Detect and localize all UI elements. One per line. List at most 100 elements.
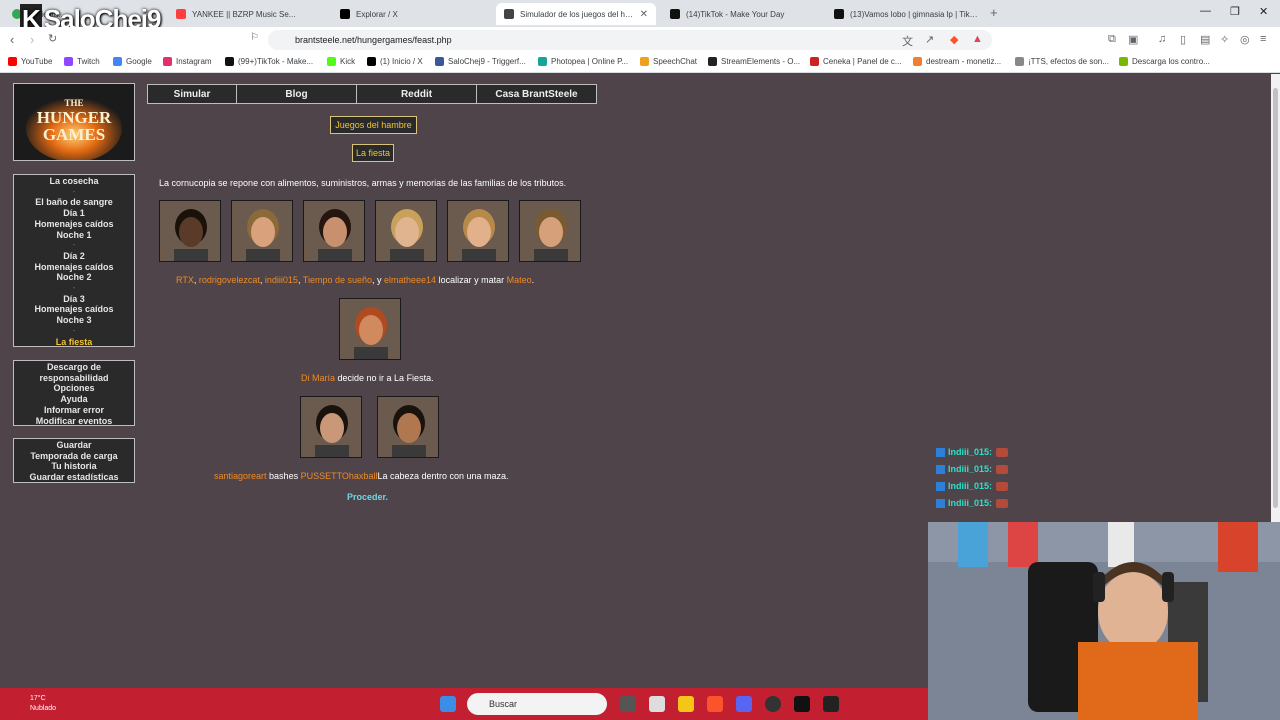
screenshot-icon[interactable]: ▣ xyxy=(1128,33,1138,46)
round-link[interactable]: La fiesta xyxy=(14,337,134,348)
menu-link[interactable]: Guardar xyxy=(14,440,134,451)
chat-message: Indiii_015: xyxy=(936,498,1009,508)
close-window-icon[interactable]: ✕ xyxy=(1259,5,1268,18)
round-link[interactable]: Noche 1 xyxy=(14,230,134,241)
emote-icon xyxy=(996,447,1009,457)
close-tab-icon[interactable]: ✕ xyxy=(640,9,648,20)
bookmark-14[interactable]: Descarga los contro... xyxy=(1119,57,1210,66)
app-icon[interactable] xyxy=(823,696,839,712)
chat-separator: : xyxy=(989,498,993,508)
wallet-icon[interactable]: ▤ xyxy=(1200,33,1210,46)
menu-separator: - xyxy=(72,240,76,250)
bookmark-6[interactable]: (1) Inicio / X xyxy=(367,57,423,66)
nav-blog[interactable]: Blog xyxy=(236,84,357,104)
bookmark-label: Photopea | Online P... xyxy=(551,57,629,66)
bookmark-11[interactable]: Ceneka | Panel de c... xyxy=(810,57,902,66)
translate-icon[interactable]: 文 xyxy=(902,33,913,49)
bookmark-8[interactable]: Photopea | Online P... xyxy=(538,57,628,66)
proceed-link[interactable]: Proceder. xyxy=(347,492,388,502)
round-link[interactable]: Noche 2 xyxy=(14,272,134,283)
tribute-portrait xyxy=(303,200,365,262)
bookmark-5[interactable]: Kick xyxy=(327,57,355,66)
round-link[interactable]: La cosecha xyxy=(14,176,134,187)
bookmark-7[interactable]: SaloChej9 - Triggerf... xyxy=(435,57,526,66)
round-link[interactable]: Día 1 xyxy=(14,208,134,219)
menu-link[interactable]: Informar error xyxy=(14,405,134,416)
extensions-icon[interactable]: ⧉ xyxy=(1108,33,1116,46)
emote-icon xyxy=(996,498,1009,508)
restore-icon[interactable]: ❐ xyxy=(1230,5,1240,18)
bookmark-2[interactable]: Google xyxy=(113,57,152,66)
menu-link[interactable]: Opciones xyxy=(14,383,134,394)
tab-6[interactable]: (13)Vamos lobo | gimnasia lp | TikTok xyxy=(826,3,986,25)
round-link[interactable]: Homenajes caídos xyxy=(14,304,134,315)
event-2-text: Di María decide no ir a La Fiesta. xyxy=(301,373,434,383)
scrollbar-thumb[interactable] xyxy=(1273,88,1278,508)
tab-2-label: YANKEE || BZRP Music Se... xyxy=(192,9,296,19)
bookmark-9[interactable]: SpeechChat xyxy=(640,57,697,66)
bookmark-13[interactable]: ¡TTS, efectos de son... xyxy=(1015,57,1109,66)
bookmark-4[interactable]: (99+)TikTok - Make... xyxy=(225,57,313,66)
tab-3[interactable]: Explorar / X xyxy=(332,3,492,25)
file-explorer-icon[interactable] xyxy=(678,696,694,712)
svg-text:GAMES: GAMES xyxy=(43,125,105,144)
round-link[interactable]: Día 2 xyxy=(14,251,134,262)
store-icon[interactable] xyxy=(649,696,665,712)
round-link[interactable]: Día 3 xyxy=(14,294,134,305)
vpn-icon[interactable]: ◎ xyxy=(1240,33,1250,46)
chat-badge-icon xyxy=(936,481,945,491)
brave-browser-icon[interactable] xyxy=(707,696,723,712)
chat-username: Indiii_015 xyxy=(948,498,990,508)
menu-link[interactable]: Temporada de carga xyxy=(14,451,134,462)
bookmark-icon[interactable]: ⚐ xyxy=(250,32,259,43)
bookmark-12[interactable]: destream - monetiz... xyxy=(913,57,1001,66)
brave-rewards-icon[interactable]: ▲ xyxy=(972,33,983,45)
forward-icon[interactable]: › xyxy=(30,32,34,47)
minimize-icon[interactable]: — xyxy=(1200,5,1211,17)
reload-icon[interactable]: ↻ xyxy=(48,32,57,45)
round-link[interactable]: El baño de sangre xyxy=(14,197,134,208)
share-icon[interactable]: ↗ xyxy=(925,33,934,46)
menu-link[interactable]: Tu historia xyxy=(14,461,134,472)
hunger-games-logo[interactable]: THE HUNGER GAMES xyxy=(13,83,135,161)
new-tab-button[interactable]: + xyxy=(990,5,998,20)
bookmark-0[interactable]: YouTube xyxy=(8,57,52,66)
menu-icon[interactable]: ≡ xyxy=(1260,33,1266,45)
event-1-text: RTX, rodrigovelezcat, indiii015, Tiempo … xyxy=(176,275,535,285)
bookmark-label: destream - monetiz... xyxy=(926,57,1002,66)
menu-link[interactable]: Descargo de responsabilidad xyxy=(14,362,134,383)
round-link[interactable]: Homenajes caídos xyxy=(14,219,134,230)
tab-2[interactable]: YANKEE || BZRP Music Se... xyxy=(168,3,328,25)
bookmark-favicon-icon xyxy=(113,57,122,66)
menu-link[interactable]: Modificar eventos xyxy=(14,416,134,427)
nav-brantsteele-home[interactable]: Casa BrantSteele xyxy=(476,84,597,104)
tiktok-icon xyxy=(670,9,680,19)
windows-start-icon[interactable] xyxy=(440,696,456,712)
leo-icon[interactable]: ✧ xyxy=(1220,33,1229,46)
music-icon[interactable]: ♫ xyxy=(1158,33,1166,45)
tab-favicon-2 xyxy=(176,9,186,19)
brave-shield-icon[interactable]: ◆ xyxy=(950,33,958,46)
bookmark-3[interactable]: Instagram xyxy=(163,57,212,66)
address-bar[interactable]: brantsteele.net/hungergames/feast.php xyxy=(268,30,992,50)
nav-reddit[interactable]: Reddit xyxy=(356,84,477,104)
menu-link[interactable]: Ayuda xyxy=(14,394,134,405)
taskbar-search[interactable]: Buscar xyxy=(467,693,607,715)
menu-link[interactable]: Guardar estadísticas xyxy=(14,472,134,483)
bookmark-1[interactable]: Twitch xyxy=(64,57,100,66)
task-view-icon[interactable] xyxy=(620,696,636,712)
tiktok-live-icon[interactable] xyxy=(794,696,810,712)
weather-widget[interactable]: 17°C Nublado xyxy=(30,694,56,714)
tab-active[interactable]: Simulador de los juegos del ham ✕ xyxy=(496,3,656,25)
tab-5[interactable]: (14)TikTok - Make Your Day xyxy=(662,3,822,25)
round-link[interactable]: Noche 3 xyxy=(14,315,134,326)
discord-icon[interactable] xyxy=(736,696,752,712)
bookmark-10[interactable]: StreamElements - O... xyxy=(708,57,800,66)
nav-simulate[interactable]: Simular xyxy=(147,84,237,104)
obs-icon[interactable] xyxy=(765,696,781,712)
chat-message: Indiii_015: xyxy=(936,464,1009,474)
back-icon[interactable]: ‹ xyxy=(10,32,14,47)
tribute-portrait xyxy=(447,200,509,262)
sidebar-icon[interactable]: ▯ xyxy=(1180,33,1186,46)
round-link[interactable]: Homenajes caídos xyxy=(14,262,134,273)
